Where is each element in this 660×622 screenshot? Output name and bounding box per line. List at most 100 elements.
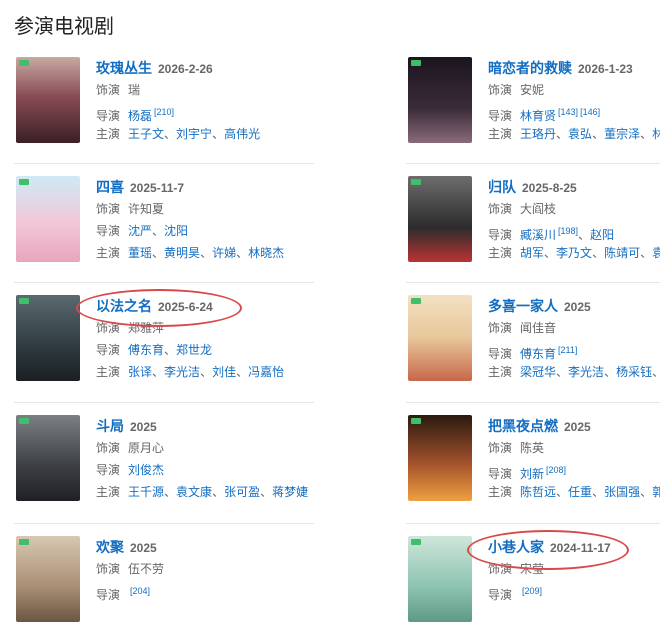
director-link[interactable]: 沈严	[128, 224, 152, 238]
director-link[interactable]: 刘俊杰	[128, 463, 164, 477]
row-divider	[406, 402, 660, 403]
cast-link[interactable]: 胡军	[520, 246, 544, 260]
director-link[interactable]: 傅东育	[128, 343, 164, 357]
cast-label: 主演	[488, 365, 513, 379]
cast-link[interactable]: 张译	[128, 365, 152, 379]
separator: 、	[236, 365, 249, 379]
cast-link[interactable]: 许娣	[212, 246, 236, 260]
drama-title[interactable]: 多喜一家人	[488, 298, 558, 314]
drama-info: 多喜一家人2025饰演闻佳音导演傅东育[211]主演梁冠华、李光洁、杨采钰、	[488, 295, 660, 383]
platform-badge-icon	[411, 539, 421, 545]
cast-link[interactable]: 林晓杰	[248, 246, 284, 260]
cast-link[interactable]: 董宗泽	[604, 127, 640, 141]
separator: 、	[164, 343, 177, 357]
drama-date: 2025-8-25	[522, 181, 577, 195]
cast-link[interactable]: 王珞丹	[520, 127, 556, 141]
drama-poster[interactable]	[408, 57, 472, 143]
drama-title[interactable]: 归队	[488, 179, 516, 195]
drama-title[interactable]: 玫瑰丛生	[96, 60, 152, 76]
citation-ref[interactable]: [209]	[522, 586, 542, 596]
drama-poster[interactable]	[408, 415, 472, 501]
drama-title[interactable]: 欢聚	[96, 539, 124, 555]
separator: 、	[164, 485, 177, 499]
role-name: 伍不劳	[128, 562, 165, 576]
role-label: 饰演	[488, 441, 513, 455]
cast-link[interactable]: 张可盈	[224, 485, 260, 499]
role-name: 郑雅萍	[128, 321, 165, 335]
citation-ref[interactable]: [204]	[130, 586, 150, 596]
director-link[interactable]: 刘新	[520, 467, 544, 481]
cast-link[interactable]: 杨采钰	[616, 365, 652, 379]
cast-link[interactable]: 蒋梦婕	[272, 485, 308, 499]
cast-link[interactable]: 黄明昊	[164, 246, 200, 260]
cast-link[interactable]: 陈靖可	[604, 246, 640, 260]
separator: 、	[592, 127, 605, 141]
cast-link[interactable]: 郭	[652, 485, 660, 499]
drama-info: 以法之名 2025-6-24 饰演 郑雅萍 导演 傅东育、郑世龙 主演 张译、李光洁、刘佳、冯…	[96, 295, 336, 383]
separator: 、	[152, 224, 165, 238]
row-divider	[406, 282, 660, 283]
drama-poster[interactable]	[16, 295, 80, 381]
cast-link[interactable]: 冯嘉怡	[248, 365, 284, 379]
director-label: 导演	[96, 109, 121, 123]
director-label: 导演	[96, 463, 121, 477]
drama-title[interactable]: 小巷人家	[488, 539, 544, 555]
drama-poster[interactable]	[16, 415, 80, 501]
citation-ref[interactable]: [146]	[580, 107, 600, 117]
drama-poster[interactable]	[408, 295, 472, 381]
cast-link[interactable]: 袁	[652, 246, 660, 260]
citation-ref[interactable]: [211]	[558, 345, 577, 355]
director-label: 导演	[488, 109, 513, 123]
cast-link[interactable]: 刘宇宁	[176, 127, 212, 141]
director-link[interactable]: 沈阳	[164, 224, 188, 238]
cast-link[interactable]: 王子文	[128, 127, 164, 141]
cast-link[interactable]: 刘佳	[212, 365, 236, 379]
drama-title[interactable]: 暗恋者的救赎	[488, 60, 572, 76]
citation-ref[interactable]: [208]	[546, 465, 566, 475]
platform-badge-icon	[411, 298, 421, 304]
drama-poster[interactable]	[408, 536, 472, 622]
drama-date: 2025-11-7	[130, 181, 185, 195]
cast-link[interactable]: 李光洁	[568, 365, 604, 379]
citation-ref[interactable]: [143]	[558, 107, 578, 117]
role-label: 饰演	[96, 562, 121, 576]
drama-poster[interactable]	[16, 176, 80, 262]
director-link[interactable]: 林育贤	[520, 109, 556, 123]
cast-link[interactable]: 李光洁	[164, 365, 200, 379]
director-link[interactable]: 臧溪川	[520, 228, 556, 242]
cast-link[interactable]: 袁弘	[568, 127, 592, 141]
drama-title[interactable]: 斗局	[96, 418, 124, 434]
citation-ref[interactable]: [210]	[154, 107, 174, 117]
cast-link[interactable]: 梁冠华	[520, 365, 556, 379]
director-link[interactable]: 赵阳	[590, 228, 614, 242]
director-link[interactable]: 郑世龙	[176, 343, 212, 357]
drama-info: 玫瑰丛生 2026-2-26 饰演瑞导演 杨磊 [210] 主演 王子文、刘宇宁、高伟光	[96, 57, 336, 145]
cast-link[interactable]: 袁文康	[176, 485, 212, 499]
role-name: 大阎枝	[520, 202, 557, 216]
cast-link[interactable]: 陈哲远	[520, 485, 556, 499]
drama-title[interactable]: 把黑夜点燃	[488, 418, 558, 434]
cast-link[interactable]: 林	[652, 127, 660, 141]
cast-link[interactable]: 董瑶	[128, 246, 152, 260]
row-divider	[14, 402, 314, 403]
drama-title[interactable]: 以法之名	[96, 298, 152, 314]
cast-link[interactable]: 高伟光	[224, 127, 260, 141]
platform-badge-icon	[19, 60, 29, 66]
director-link[interactable]: 傅东育	[520, 347, 556, 361]
platform-badge-icon	[19, 539, 29, 545]
separator: 、	[556, 365, 569, 379]
citation-ref[interactable]: [198]	[558, 226, 578, 236]
platform-badge-icon	[411, 60, 421, 66]
cast-link[interactable]: 李乃文	[556, 246, 592, 260]
drama-poster[interactable]	[16, 57, 80, 143]
drama-title[interactable]: 四喜	[96, 179, 124, 195]
role-label: 饰演	[96, 321, 121, 335]
platform-badge-icon	[411, 418, 421, 424]
drama-poster[interactable]	[16, 536, 80, 622]
cast-link[interactable]: 任重	[568, 485, 592, 499]
drama-poster[interactable]	[408, 176, 472, 262]
role-name: 原月心	[128, 441, 165, 455]
cast-link[interactable]: 张国强	[604, 485, 640, 499]
director-link[interactable]: 杨磊	[128, 109, 152, 123]
cast-link[interactable]: 王千源	[128, 485, 164, 499]
